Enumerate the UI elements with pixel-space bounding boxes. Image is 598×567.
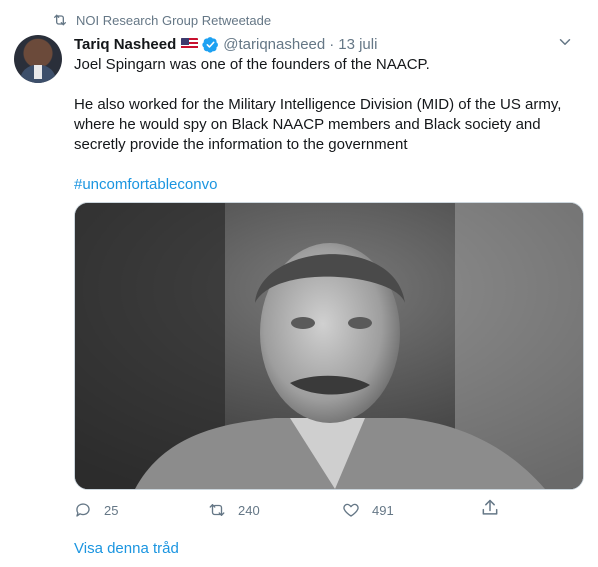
tweet-actions: 25 240 491 (74, 498, 504, 522)
heart-icon (343, 503, 359, 517)
separator-dot: · (329, 35, 335, 53)
photo-image (75, 203, 583, 489)
tweet-line-2: He also worked for the Military Intellig… (74, 96, 562, 153)
author-handle[interactable]: @tariqnasheed (223, 36, 325, 53)
reply-button[interactable]: 25 (74, 501, 208, 519)
retweet-action-icon (209, 504, 225, 516)
retweet-label: NOI Research Group Retweetade (76, 12, 272, 28)
tweet-text: Joel Spingarn was one of the founders of… (74, 55, 574, 195)
retweet-context[interactable]: NOI Research Group Retweetade (52, 11, 271, 29)
verified-badge-icon (202, 36, 219, 53)
retweet-count: 240 (238, 502, 260, 518)
like-button[interactable]: 491 (342, 501, 476, 519)
show-thread-link[interactable]: Visa denna tråd (74, 540, 179, 557)
share-icon[interactable] (480, 498, 500, 518)
reply-icon (76, 503, 90, 517)
us-flag-icon (181, 38, 199, 50)
like-count: 491 (372, 502, 394, 518)
hashtag-link[interactable]: #uncomfortableconvo (74, 176, 217, 193)
tweet-date[interactable]: 13 juli (338, 36, 377, 53)
tweet-header: Tariq Nasheed @tariqnasheed · 13 juli (74, 34, 578, 54)
author-name[interactable]: Tariq Nasheed (74, 36, 176, 53)
retweet-icon (54, 14, 66, 26)
chevron-down-icon[interactable] (556, 33, 574, 51)
avatar[interactable] (14, 35, 62, 83)
tweet-photo[interactable] (74, 202, 584, 490)
retweet-button[interactable]: 240 (208, 501, 342, 519)
reply-count: 25 (104, 502, 119, 518)
tweet-line-1: Joel Spingarn was one of the founders of… (74, 56, 430, 73)
